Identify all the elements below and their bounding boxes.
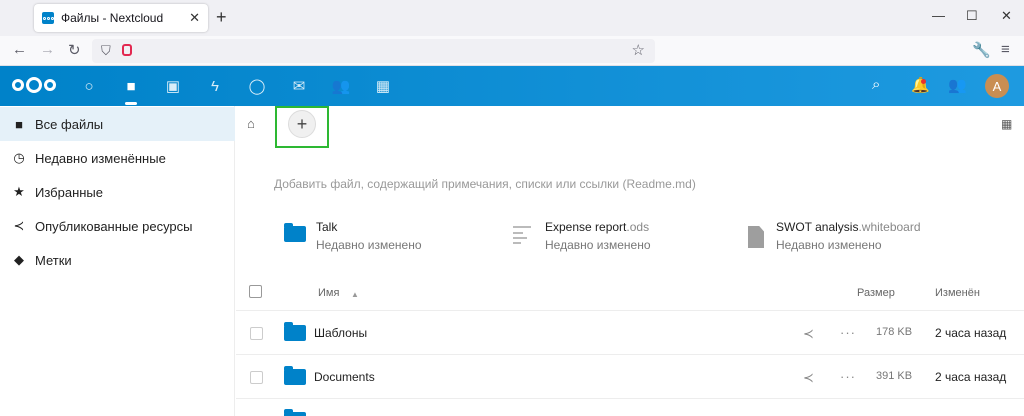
dashboard-icon[interactable]: ○: [77, 74, 101, 98]
file-name[interactable]: Documents: [314, 370, 375, 384]
photos-icon[interactable]: ▣: [161, 74, 185, 98]
url-bar[interactable]: ⛉ ☆: [92, 39, 655, 63]
star-icon: ★: [13, 184, 25, 199]
more-actions-icon[interactable]: ···: [840, 369, 856, 384]
sidebar-item-label: Все файлы: [35, 116, 104, 132]
sidebar-item-label: Избранные: [35, 184, 103, 200]
more-actions-icon[interactable]: ···: [840, 325, 856, 340]
spreadsheet-icon: [513, 226, 531, 248]
active-app-indicator: [125, 102, 137, 105]
sidebar-item-shares[interactable]: ≺ Опубликованные ресурсы: [0, 209, 235, 243]
maximize-button[interactable]: ☐: [966, 8, 978, 24]
recommended-file-extension: .ods: [626, 220, 650, 234]
wrench-icon[interactable]: 🔧: [972, 41, 991, 59]
new-file-button[interactable]: +: [288, 110, 316, 138]
talk-icon[interactable]: ◯: [245, 74, 269, 98]
nextcloud-favicon-icon: [42, 12, 54, 24]
menu-icon[interactable]: ≡: [1001, 41, 1010, 58]
browser-tab[interactable]: Файлы - Nextcloud ✕: [34, 4, 208, 32]
row-checkbox[interactable]: [250, 371, 263, 384]
column-header-modified[interactable]: Изменён: [935, 287, 980, 299]
rich-workspace-hint[interactable]: Добавить файл, содержащий примечания, сп…: [274, 177, 696, 191]
share-icon[interactable]: ≺: [803, 370, 814, 386]
sidebar-item-label: Метки: [35, 252, 72, 268]
tab-close-icon[interactable]: ✕: [189, 10, 200, 26]
divider: [236, 354, 1024, 355]
sort-ascending-icon: ▲: [351, 290, 359, 299]
minimize-button[interactable]: —: [932, 8, 945, 23]
grid-view-toggle-icon[interactable]: ▦: [1001, 117, 1012, 131]
avatar[interactable]: A: [985, 74, 1009, 98]
nextcloud-header: ○ ■ ▣ ϟ ◯ ✉ 👥 ▦ ⌕ 🔔 👥: [0, 66, 1024, 106]
files-sidebar: ■ Все файлы ◷ Недавно изменённые ★ Избра…: [0, 106, 235, 416]
shield-icon[interactable]: ⛉: [101, 43, 111, 59]
activity-icon[interactable]: ϟ: [203, 74, 227, 98]
file-name[interactable]: Шаблоны: [314, 326, 367, 340]
folder-icon: [284, 223, 306, 242]
row-checkbox[interactable]: [250, 327, 263, 340]
divider: [236, 310, 1024, 311]
insecure-lock-icon[interactable]: [122, 44, 132, 56]
sidebar-item-tags[interactable]: ◆ Метки: [0, 243, 235, 277]
sidebar-item-all-files[interactable]: ■ Все файлы: [0, 107, 235, 141]
files-icon[interactable]: ■: [119, 74, 143, 98]
recommended-file-extension: .whiteboard: [858, 220, 921, 234]
select-all-checkbox[interactable]: [249, 285, 262, 298]
file-modified: 2 часа назад: [935, 370, 1007, 384]
calendar-icon[interactable]: ▦: [371, 74, 395, 98]
sidebar-item-label: Недавно изменённые: [35, 150, 166, 166]
contacts-menu-icon[interactable]: 👥: [948, 76, 967, 94]
folder-icon: [284, 322, 306, 341]
file-size: 391 KB: [876, 370, 913, 382]
recommended-file-name: SWOT analysis: [776, 220, 859, 234]
back-icon[interactable]: ←: [12, 41, 27, 58]
browser-nav-bar: ← → ↻ ⛉ ☆ 🔧 ≡: [0, 36, 1024, 66]
notification-dot: [921, 79, 926, 84]
reload-icon[interactable]: ↻: [68, 41, 81, 59]
document-icon: [748, 226, 764, 248]
search-icon[interactable]: ⌕: [872, 76, 880, 93]
folder-icon: [284, 409, 306, 416]
recommended-file[interactable]: Talk Недавно изменено: [284, 220, 422, 252]
contacts-icon[interactable]: 👥: [329, 74, 353, 98]
file-modified: 2 часа назад: [935, 326, 1007, 340]
share-icon[interactable]: ≺: [803, 326, 814, 342]
recommended-file-subtitle: Недавно изменено: [316, 238, 422, 252]
file-size: 178 KB: [876, 326, 913, 338]
sidebar-item-favorites[interactable]: ★ Избранные: [0, 175, 235, 209]
divider: [236, 398, 1024, 399]
browser-tab-bar: Файлы - Nextcloud ✕ + — ☐ ✕: [0, 0, 1024, 36]
sidebar-item-label: Опубликованные ресурсы: [35, 218, 193, 234]
column-header-size[interactable]: Размер: [857, 287, 895, 299]
recommended-file[interactable]: Expense report.ods Недавно изменено: [513, 220, 651, 252]
recommended-file-name: Talk: [316, 220, 338, 234]
bookmark-star-icon[interactable]: ☆: [632, 41, 645, 59]
folder-icon: ■: [15, 116, 23, 132]
sidebar-item-recent[interactable]: ◷ Недавно изменённые: [0, 141, 235, 175]
mail-icon[interactable]: ✉: [287, 74, 311, 98]
column-header-name[interactable]: Имя: [318, 287, 339, 299]
home-breadcrumb-icon[interactable]: ⌂: [247, 116, 255, 131]
recommended-file-subtitle: Недавно изменено: [545, 238, 651, 252]
tag-icon: ◆: [14, 252, 24, 267]
share-icon: ≺: [13, 218, 25, 233]
tab-title: Файлы - Nextcloud: [61, 11, 164, 25]
notifications-bell-icon[interactable]: 🔔: [911, 76, 930, 94]
recommended-file-name: Expense report: [545, 220, 627, 234]
clock-icon: ◷: [13, 150, 25, 165]
forward-icon[interactable]: →: [40, 41, 55, 58]
new-tab-button[interactable]: +: [216, 7, 227, 28]
close-window-button[interactable]: ✕: [1001, 8, 1012, 24]
recommended-file-subtitle: Недавно изменено: [776, 238, 882, 252]
recommended-file[interactable]: SWOT analysis.whiteboard Недавно изменен…: [748, 220, 921, 252]
nextcloud-logo-icon[interactable]: [12, 77, 56, 93]
folder-icon: [284, 366, 306, 385]
